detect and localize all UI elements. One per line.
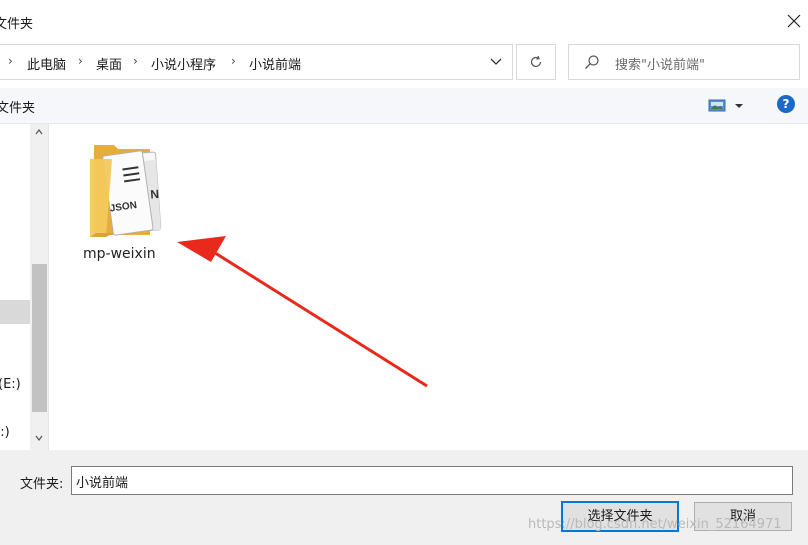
close-button[interactable] bbox=[780, 8, 808, 34]
address-bar[interactable]: › 此电脑 › 桌面 › 小说小程序 › 小说前端 bbox=[0, 44, 513, 80]
nav-drive-s[interactable]: S:) bbox=[0, 425, 10, 440]
watermark-text: https://blog.csdn.net/weixin_52164971 bbox=[528, 517, 782, 532]
search-input[interactable]: 搜索"小说前端" bbox=[615, 54, 705, 73]
folder-name-value[interactable]: 小说前端 bbox=[76, 472, 128, 491]
close-icon bbox=[787, 14, 801, 28]
window-title: 文件夹 bbox=[0, 17, 34, 32]
folder-name-input[interactable]: 小说前端 bbox=[71, 466, 793, 495]
nav-drive-e[interactable]: (E:) bbox=[0, 377, 21, 392]
breadcrumb-separator: › bbox=[231, 54, 236, 68]
help-button[interactable]: ? bbox=[777, 95, 795, 113]
breadcrumb-novel-frontend[interactable]: 小说前端 bbox=[249, 54, 301, 73]
breadcrumb-this-pc[interactable]: 此电脑 bbox=[27, 54, 66, 73]
breadcrumb-novel-app[interactable]: 小说小程序 bbox=[151, 54, 216, 73]
address-dropdown-button[interactable] bbox=[485, 53, 507, 71]
breadcrumb-separator: › bbox=[8, 54, 13, 68]
nav-selected-item[interactable] bbox=[0, 300, 30, 324]
new-folder-button[interactable]: 文件夹 bbox=[0, 97, 35, 116]
file-list-pane[interactable]: N JSON mp-weixin bbox=[49, 124, 808, 450]
scrollbar-thumb[interactable] bbox=[32, 264, 47, 412]
search-icon bbox=[585, 55, 599, 69]
title-bar: 文件夹 bbox=[0, 0, 808, 42]
dialog-footer: 文件夹: 小说前端 选择文件夹 取消 https://blog.csdn.net… bbox=[0, 450, 808, 545]
search-box[interactable]: 搜索"小说前端" bbox=[568, 44, 800, 80]
view-icon bbox=[708, 99, 743, 112]
chevron-up-icon bbox=[35, 129, 43, 135]
toolbar: 文件夹 ? bbox=[0, 88, 808, 124]
chevron-down-icon bbox=[490, 58, 502, 65]
scroll-down-button[interactable] bbox=[30, 430, 48, 448]
refresh-icon bbox=[530, 55, 542, 68]
scroll-up-button[interactable] bbox=[30, 124, 48, 142]
breadcrumb-separator: › bbox=[133, 54, 138, 68]
view-options-button[interactable] bbox=[708, 96, 748, 116]
chevron-down-icon bbox=[35, 435, 43, 441]
breadcrumb-separator: › bbox=[78, 54, 83, 68]
folder-name-label: 文件夹: bbox=[20, 477, 64, 492]
breadcrumb-desktop[interactable]: 桌面 bbox=[96, 54, 122, 73]
refresh-button[interactable] bbox=[516, 44, 556, 80]
annotation-arrow bbox=[177, 236, 428, 388]
navigation-pane[interactable]: (E:) S:) bbox=[0, 124, 49, 450]
